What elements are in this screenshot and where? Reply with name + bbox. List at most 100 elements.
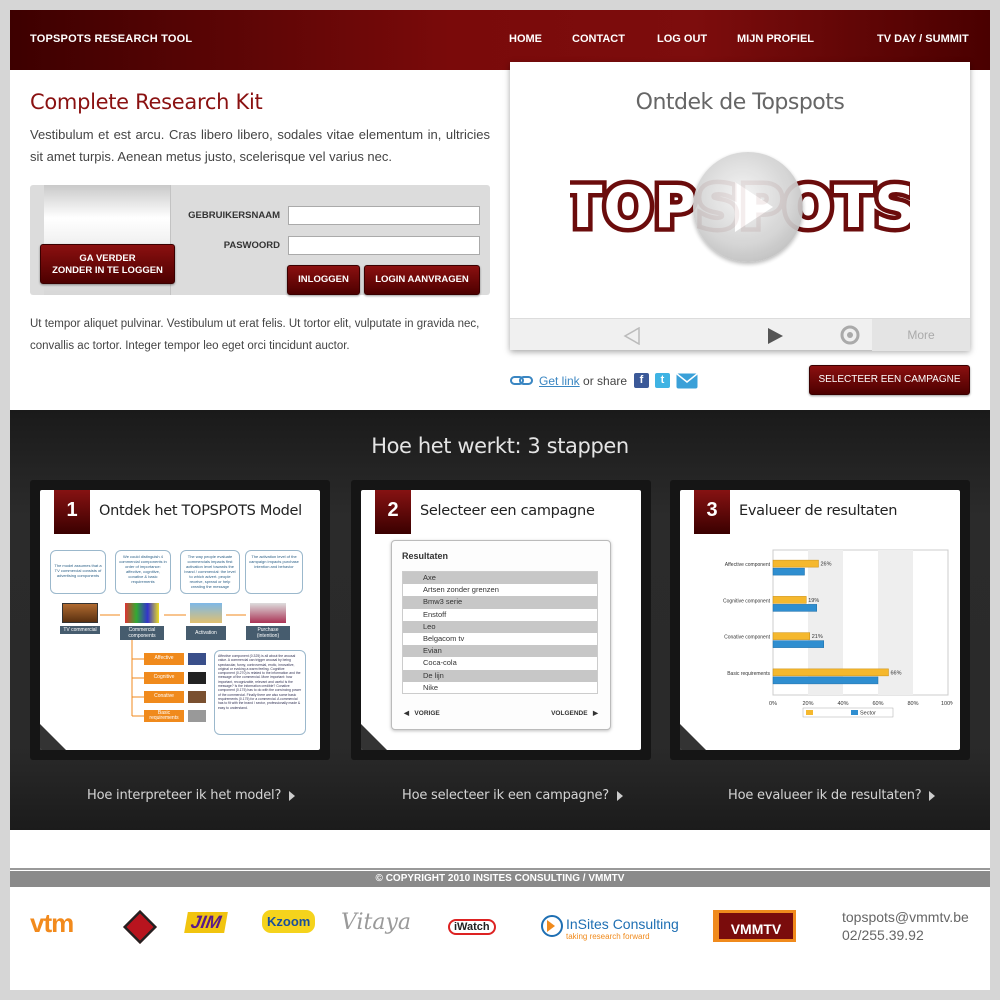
- login-button[interactable]: INLOGGEN: [287, 265, 360, 295]
- how-it-works-heading: Hoe het werkt: 3 stappen: [371, 434, 629, 458]
- select-campaign-button[interactable]: SELECTEER EEN CAMPAGNE: [809, 365, 970, 395]
- site-brand[interactable]: TOPSPOTS RESEARCH TOOL: [30, 33, 192, 45]
- list-item[interactable]: Bmw3 serie: [403, 596, 597, 609]
- component-basic: Basic requirements: [144, 710, 184, 722]
- data-bar: [772, 604, 817, 612]
- previous-icon[interactable]: [622, 327, 642, 345]
- list-item[interactable]: Coca-cola: [403, 657, 597, 669]
- login-box: GA VERDER ZONDER IN TE LOGGEN GEBRUIKERS…: [30, 185, 490, 295]
- copyright-bar: © COPYRIGHT 2010 INSITES CONSULTING / VM…: [10, 871, 990, 887]
- x-tick-label: 100%: [941, 701, 953, 707]
- nav-logout[interactable]: LOG OUT: [657, 33, 707, 45]
- nav-profile[interactable]: MIJN PROFIEL: [737, 33, 814, 45]
- insites-logo[interactable]: InSites Consulting taking research forwa…: [566, 916, 679, 941]
- step-link-2[interactable]: Hoe selecteer ik een campagne?: [402, 788, 623, 803]
- list-item[interactable]: De lijn: [403, 669, 597, 682]
- data-bar: [772, 567, 805, 576]
- nav-contact[interactable]: CONTACT: [572, 33, 625, 45]
- get-link[interactable]: Get link: [539, 374, 580, 388]
- data-bar: [772, 596, 807, 604]
- jim-logo[interactable]: JIM: [184, 912, 228, 933]
- results-heading: Resultaten: [402, 551, 449, 561]
- vmmtv-logo[interactable]: VMMTV: [713, 910, 796, 942]
- how-it-works-section: Hoe het werkt: 3 stappen 1 Ontdek het TO…: [10, 410, 990, 830]
- video-controls: More: [510, 318, 970, 351]
- next-label: VOLGENDE: [551, 710, 588, 717]
- secondary-text: Ut tempor aliquet pulvinar. Vestibulum u…: [30, 318, 480, 352]
- category-label: Affective component: [725, 562, 771, 568]
- data-label: 19%: [808, 598, 819, 604]
- data-label: 66%: [891, 670, 902, 676]
- settings-icon[interactable]: [840, 325, 860, 345]
- page-frame: TOPSPOTS RESEARCH TOOL HOME CONTACT LOG …: [10, 10, 990, 990]
- list-item[interactable]: Leo: [403, 620, 597, 633]
- insites-name: InSites Consulting: [566, 916, 679, 932]
- data-bar: [772, 668, 889, 677]
- list-item[interactable]: Artsen zonder grenzen: [403, 584, 597, 596]
- legend-box: [802, 707, 894, 718]
- arrow-right-icon: [929, 790, 936, 801]
- list-item[interactable]: Axe: [403, 572, 597, 585]
- password-input[interactable]: [288, 236, 480, 255]
- next-button[interactable]: VOLGENDE ▶: [551, 709, 598, 717]
- link-icon: [510, 376, 533, 385]
- previous-label: VORIGE: [414, 710, 440, 717]
- contact-info: topspots@vmmtv.be 02/255.39.92: [842, 908, 969, 944]
- step-link-3-text: Hoe evalueer ik de resultaten?: [728, 788, 922, 803]
- continue-line-2: ZONDER IN TE LOGGEN: [52, 265, 163, 276]
- 2be-logo[interactable]: [123, 910, 157, 944]
- mail-icon[interactable]: [676, 373, 698, 389]
- iwatch-logo[interactable]: iWatch: [448, 919, 496, 935]
- video-title: Ontdek de Topspots: [635, 90, 845, 115]
- x-tick-label: 20%: [802, 701, 813, 707]
- data-bar: [772, 632, 810, 640]
- kzoom-logo[interactable]: Kzoom: [262, 910, 316, 933]
- step-link-3[interactable]: Hoe evalueer ik de resultaten?: [728, 788, 936, 803]
- step-card-body[interactable]: 2 Selecteer een campagne Resultaten Axe …: [361, 490, 641, 750]
- results-list-panel: Resultaten Axe Artsen zonder grenzen Bmw…: [391, 540, 611, 730]
- step-number: 3: [694, 490, 730, 534]
- facebook-icon[interactable]: f: [634, 373, 649, 388]
- step-card-body[interactable]: 3 Evalueer de resultaten 0% 20% 40% 60% 80% 1…: [680, 490, 960, 750]
- list-item[interactable]: Belgacom tv: [403, 633, 597, 645]
- category-label: Cognitive component: [723, 598, 771, 604]
- list-item[interactable]: Enstoff: [403, 609, 597, 621]
- step-link-1[interactable]: Hoe interpreteer ik het model?: [87, 788, 296, 803]
- nav-tv-day[interactable]: TV DAY / SUMMIT: [877, 33, 969, 45]
- data-label: 26%: [821, 562, 832, 568]
- vtm-logo[interactable]: vtm: [30, 908, 74, 939]
- nav-home[interactable]: HOME: [509, 33, 542, 45]
- data-bar: [772, 640, 824, 648]
- previous-button[interactable]: ◀ VORIGE: [404, 709, 440, 717]
- card-corner: [40, 724, 66, 750]
- data-label: 21%: [812, 634, 823, 640]
- category-label: Basic requirements: [727, 671, 770, 677]
- results-bar-chart: 0% 20% 40% 60% 80% 100% Affective component 26%…: [723, 549, 953, 718]
- continue-without-login-button[interactable]: GA VERDER ZONDER IN TE LOGGEN: [40, 244, 175, 284]
- play-button[interactable]: [693, 152, 803, 262]
- data-bar: [772, 676, 879, 685]
- data-bar: [772, 559, 819, 568]
- username-input[interactable]: [288, 206, 480, 225]
- card-corner: [680, 724, 706, 750]
- contact-email[interactable]: topspots@vmmtv.be: [842, 908, 969, 926]
- password-label: PASWOORD: [223, 240, 280, 251]
- request-login-button[interactable]: LOGIN AANVRAGEN: [364, 265, 480, 295]
- continue-line-1: GA VERDER: [79, 253, 136, 264]
- more-button[interactable]: More: [872, 319, 970, 351]
- step-title: Selecteer een campagne: [420, 503, 595, 519]
- x-tick-label: 0%: [769, 701, 777, 707]
- video-player[interactable]: Ontdek de Topspots TOPSPOTS More: [510, 62, 970, 351]
- card-corner: [361, 724, 387, 750]
- step-link-1-text: Hoe interpreteer ik het model?: [87, 788, 282, 803]
- step-card-body[interactable]: 1 Ontdek het TOPSPOTS Model The model as…: [40, 490, 320, 750]
- legend-label: Sector: [860, 711, 876, 717]
- twitter-icon[interactable]: t: [655, 373, 670, 388]
- vitaya-logo[interactable]: Vitaya: [341, 910, 411, 935]
- list-item[interactable]: Evian: [403, 645, 597, 658]
- component-image-1: [188, 653, 206, 665]
- x-tick-label: 80%: [907, 701, 918, 707]
- step-link-2-text: Hoe selecteer ik een campagne?: [402, 788, 609, 803]
- list-item[interactable]: Nike: [403, 682, 597, 694]
- play-small-icon[interactable]: [766, 327, 784, 345]
